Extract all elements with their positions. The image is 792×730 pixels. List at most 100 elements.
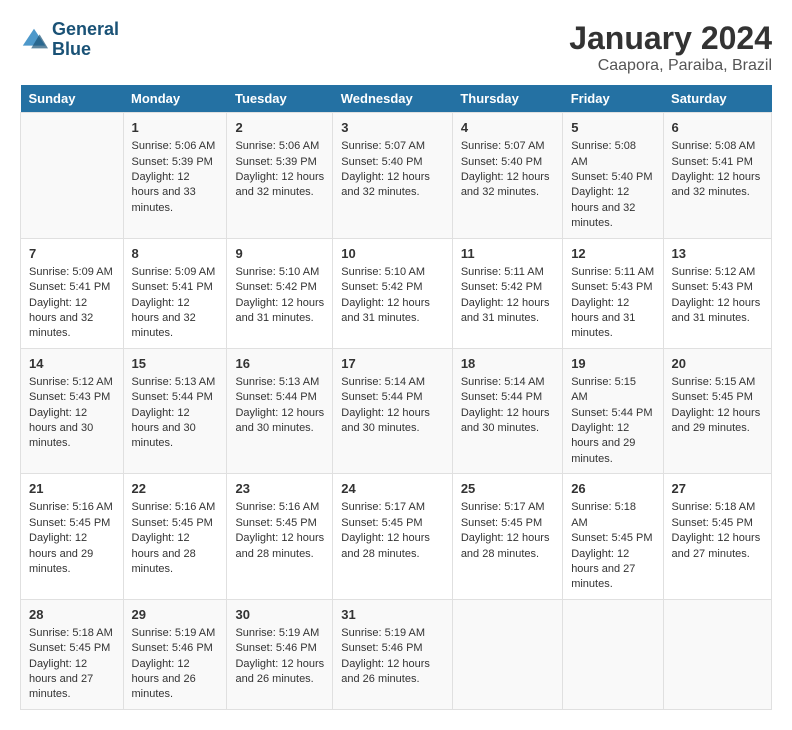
sunrise-text: Sunrise: 5:13 AM xyxy=(235,375,324,390)
daylight-text: Daylight: 12 hours and 26 minutes. xyxy=(235,657,324,688)
sunset-text: Sunset: 5:44 PM xyxy=(341,390,444,405)
daylight-text: Daylight: 12 hours and 29 minutes. xyxy=(29,531,115,577)
daylight-text: Daylight: 12 hours and 31 minutes. xyxy=(235,296,324,327)
day-number: 14 xyxy=(29,355,115,373)
sunset-text: Sunset: 5:45 PM xyxy=(461,516,554,531)
calendar-cell: 15Sunrise: 5:13 AMSunset: 5:44 PMDayligh… xyxy=(123,348,227,474)
calendar-cell xyxy=(21,113,124,239)
calendar-cell: 5Sunrise: 5:08 AMSunset: 5:40 PMDaylight… xyxy=(563,113,663,239)
daylight-text: Daylight: 12 hours and 31 minutes. xyxy=(461,296,554,327)
sunrise-text: Sunrise: 5:07 AM xyxy=(341,139,444,154)
sunrise-text: Sunrise: 5:11 AM xyxy=(461,265,554,280)
sunrise-text: Sunrise: 5:15 AM xyxy=(672,375,763,390)
sunset-text: Sunset: 5:41 PM xyxy=(672,155,763,170)
calendar-week-row: 1Sunrise: 5:06 AMSunset: 5:39 PMDaylight… xyxy=(21,113,772,239)
calendar-cell: 9Sunrise: 5:10 AMSunset: 5:42 PMDaylight… xyxy=(227,238,333,348)
calendar-cell: 19Sunrise: 5:15 AMSunset: 5:44 PMDayligh… xyxy=(563,348,663,474)
daylight-text: Daylight: 12 hours and 28 minutes. xyxy=(341,531,444,562)
sunrise-text: Sunrise: 5:12 AM xyxy=(29,375,115,390)
sunrise-text: Sunrise: 5:16 AM xyxy=(235,500,324,515)
sunset-text: Sunset: 5:45 PM xyxy=(672,516,763,531)
sunrise-text: Sunrise: 5:08 AM xyxy=(672,139,763,154)
daylight-text: Daylight: 12 hours and 29 minutes. xyxy=(672,406,763,437)
day-number: 26 xyxy=(571,480,654,498)
day-number: 29 xyxy=(132,606,219,624)
calendar-cell: 21Sunrise: 5:16 AMSunset: 5:45 PMDayligh… xyxy=(21,474,124,600)
page-title: January 2024 xyxy=(569,20,772,57)
calendar-cell: 17Sunrise: 5:14 AMSunset: 5:44 PMDayligh… xyxy=(333,348,453,474)
sunrise-text: Sunrise: 5:09 AM xyxy=(132,265,219,280)
sunset-text: Sunset: 5:46 PM xyxy=(132,641,219,656)
calendar-cell: 3Sunrise: 5:07 AMSunset: 5:40 PMDaylight… xyxy=(333,113,453,239)
day-number: 1 xyxy=(132,119,219,137)
sunset-text: Sunset: 5:39 PM xyxy=(235,155,324,170)
day-number: 21 xyxy=(29,480,115,498)
sunset-text: Sunset: 5:45 PM xyxy=(132,516,219,531)
sunset-text: Sunset: 5:43 PM xyxy=(571,280,654,295)
sunset-text: Sunset: 5:46 PM xyxy=(235,641,324,656)
weekday-header-row: SundayMondayTuesdayWednesdayThursdayFrid… xyxy=(21,85,772,113)
title-block: January 2024 Caapora, Paraiba, Brazil xyxy=(569,20,772,75)
day-number: 23 xyxy=(235,480,324,498)
calendar-cell: 16Sunrise: 5:13 AMSunset: 5:44 PMDayligh… xyxy=(227,348,333,474)
calendar-cell: 18Sunrise: 5:14 AMSunset: 5:44 PMDayligh… xyxy=(452,348,562,474)
day-number: 12 xyxy=(571,245,654,263)
daylight-text: Daylight: 12 hours and 27 minutes. xyxy=(672,531,763,562)
daylight-text: Daylight: 12 hours and 30 minutes. xyxy=(29,406,115,452)
sunrise-text: Sunrise: 5:16 AM xyxy=(132,500,219,515)
calendar-cell: 29Sunrise: 5:19 AMSunset: 5:46 PMDayligh… xyxy=(123,599,227,709)
sunset-text: Sunset: 5:40 PM xyxy=(571,170,654,185)
daylight-text: Daylight: 12 hours and 31 minutes. xyxy=(672,296,763,327)
calendar-cell: 14 Sunrise: 5:12 AMSunset: 5:43 PMDayligh… xyxy=(21,348,124,474)
sunset-text: Sunset: 5:41 PM xyxy=(132,280,219,295)
calendar-cell: 7Sunrise: 5:09 AMSunset: 5:41 PMDaylight… xyxy=(21,238,124,348)
daylight-text: Daylight: 12 hours and 27 minutes. xyxy=(571,547,654,593)
sunset-text: Sunset: 5:46 PM xyxy=(341,641,444,656)
daylight-text: Daylight: 12 hours and 32 minutes. xyxy=(341,170,444,201)
calendar-cell: 28Sunrise: 5:18 AMSunset: 5:45 PMDayligh… xyxy=(21,599,124,709)
day-number: 18 xyxy=(461,355,554,373)
calendar-cell: 26Sunrise: 5:18 AMSunset: 5:45 PMDayligh… xyxy=(563,474,663,600)
daylight-text: Daylight: 12 hours and 30 minutes. xyxy=(461,406,554,437)
calendar-cell: 23Sunrise: 5:16 AMSunset: 5:45 PMDayligh… xyxy=(227,474,333,600)
weekday-header: Monday xyxy=(123,85,227,113)
sunset-text: Sunset: 5:43 PM xyxy=(29,390,115,405)
sunrise-text: Sunrise: 5:17 AM xyxy=(461,500,554,515)
page-subtitle: Caapora, Paraiba, Brazil xyxy=(569,57,772,75)
calendar-cell: 8Sunrise: 5:09 AMSunset: 5:41 PMDaylight… xyxy=(123,238,227,348)
sunset-text: Sunset: 5:44 PM xyxy=(235,390,324,405)
calendar-cell: 31Sunrise: 5:19 AMSunset: 5:46 PMDayligh… xyxy=(333,599,453,709)
calendar-cell xyxy=(563,599,663,709)
sunrise-text: Sunrise: 5:16 AM xyxy=(29,500,115,515)
daylight-text: Daylight: 12 hours and 32 minutes. xyxy=(672,170,763,201)
page-header: General Blue January 2024 Caapora, Parai… xyxy=(20,20,772,75)
calendar-cell: 10Sunrise: 5:10 AMSunset: 5:42 PMDayligh… xyxy=(333,238,453,348)
sunrise-text: Sunrise: 5:19 AM xyxy=(341,626,444,641)
calendar-week-row: 7Sunrise: 5:09 AMSunset: 5:41 PMDaylight… xyxy=(21,238,772,348)
day-number: 30 xyxy=(235,606,324,624)
daylight-text: Daylight: 12 hours and 30 minutes. xyxy=(235,406,324,437)
calendar-cell: 4Sunrise: 5:07 AMSunset: 5:40 PMDaylight… xyxy=(452,113,562,239)
logo-text: General Blue xyxy=(52,20,119,60)
calendar-week-row: 14Sunrise: 5:12 AMSunset: 5:43 PMDayligh… xyxy=(21,348,772,474)
daylight-text: Daylight: 12 hours and 33 minutes. xyxy=(132,170,219,216)
sunset-text: Sunset: 5:44 PM xyxy=(571,406,654,421)
sunset-text: Sunset: 5:45 PM xyxy=(29,641,115,656)
calendar-cell: 1Sunrise: 5:06 AMSunset: 5:39 PMDaylight… xyxy=(123,113,227,239)
sunrise-text: Sunrise: 5:10 AM xyxy=(341,265,444,280)
day-number: 13 xyxy=(672,245,763,263)
calendar-cell: 2Sunrise: 5:06 AMSunset: 5:39 PMDaylight… xyxy=(227,113,333,239)
sunrise-text: Sunrise: 5:18 AM xyxy=(672,500,763,515)
calendar-cell: 27Sunrise: 5:18 AMSunset: 5:45 PMDayligh… xyxy=(663,474,771,600)
calendar-cell: 30 Sunrise: 5:19 AMSunset: 5:46 PMDayligh… xyxy=(227,599,333,709)
weekday-header: Sunday xyxy=(21,85,124,113)
sunrise-text: Sunrise: 5:15 AM xyxy=(571,375,654,406)
day-number: 24 xyxy=(341,480,444,498)
daylight-text: Daylight: 12 hours and 31 minutes. xyxy=(571,296,654,342)
daylight-text: Daylight: 12 hours and 28 minutes. xyxy=(461,531,554,562)
day-number: 31 xyxy=(341,606,444,624)
sunset-text: Sunset: 5:41 PM xyxy=(29,280,115,295)
day-number: 25 xyxy=(461,480,554,498)
sunrise-text: Sunrise: 5:19 AM xyxy=(235,626,324,641)
daylight-text: Daylight: 12 hours and 28 minutes. xyxy=(235,531,324,562)
